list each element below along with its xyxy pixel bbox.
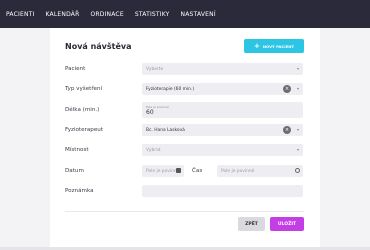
date-label: Datum: [65, 168, 84, 174]
top-navigation: PACIENTI KALENDÁŘ ORDINACE STATISTIKY NA…: [0, 0, 370, 28]
new-visit-card: Nová návštěva + NOVÝ PACIENT Pacient Vyb…: [50, 28, 320, 250]
save-button[interactable]: ULOŽIT: [270, 217, 304, 231]
nav-item-kalendar[interactable]: KALENDÁŘ: [46, 11, 80, 18]
patient-label: Pacient: [65, 66, 86, 72]
duration-value: 60: [146, 108, 154, 116]
time-placeholder: Pole je povinné: [221, 168, 255, 174]
date-input[interactable]: Pole je povinné: [142, 165, 184, 177]
clock-icon[interactable]: [295, 168, 300, 173]
note-label: Poznámka: [65, 188, 94, 194]
clear-icon[interactable]: ×: [283, 126, 291, 134]
time-label: Čas: [192, 168, 203, 174]
room-label: Místnost: [65, 147, 89, 153]
back-button[interactable]: ZPĚT: [238, 217, 265, 231]
exam-type-select[interactable]: Fyzioterapie (60 min.) × ▾: [142, 83, 303, 95]
patient-select[interactable]: Vyberte ▾: [142, 63, 303, 75]
patient-placeholder: Vyberte: [146, 66, 164, 72]
divider: [65, 211, 304, 212]
duration-label: Délka (min.): [65, 107, 100, 113]
nav-item-nastaveni[interactable]: NASTAVENÍ: [181, 11, 216, 18]
note-input[interactable]: [142, 185, 303, 197]
therapist-value: Bc. Hana Lasková: [146, 127, 185, 133]
clear-icon[interactable]: ×: [283, 85, 291, 93]
exam-type-value: Fyzioterapie (60 min.): [146, 86, 195, 92]
chevron-down-icon: ▾: [296, 127, 299, 132]
therapist-select[interactable]: Bc. Hana Lasková × ▾: [142, 124, 303, 136]
nav-item-ordinace[interactable]: ORDINACE: [90, 11, 123, 18]
therapist-label: Fyzioterapeut: [65, 127, 104, 133]
nav-item-pacienti[interactable]: PACIENTI: [6, 11, 35, 18]
time-input[interactable]: Pole je povinné: [217, 165, 303, 177]
new-patient-label: NOVÝ PACIENT: [262, 43, 295, 49]
duration-input[interactable]: Pole je povinné 60: [142, 102, 303, 118]
nav-item-statistiky[interactable]: STATISTIKY: [135, 11, 170, 18]
room-select[interactable]: Vybrat ▾: [142, 144, 303, 156]
page-title: Nová návštěva: [65, 42, 132, 51]
chevron-down-icon: ▾: [296, 147, 299, 152]
plus-icon: +: [253, 41, 260, 50]
date-placeholder: Pole je povinné: [146, 168, 180, 174]
chevron-down-icon: ▾: [296, 86, 299, 91]
new-patient-button[interactable]: + NOVÝ PACIENT: [244, 39, 304, 53]
chevron-down-icon: ▾: [296, 66, 299, 71]
exam-type-label: Typ vyšetření: [65, 86, 103, 92]
calendar-icon[interactable]: [176, 168, 181, 173]
room-placeholder: Vybrat: [146, 147, 161, 153]
